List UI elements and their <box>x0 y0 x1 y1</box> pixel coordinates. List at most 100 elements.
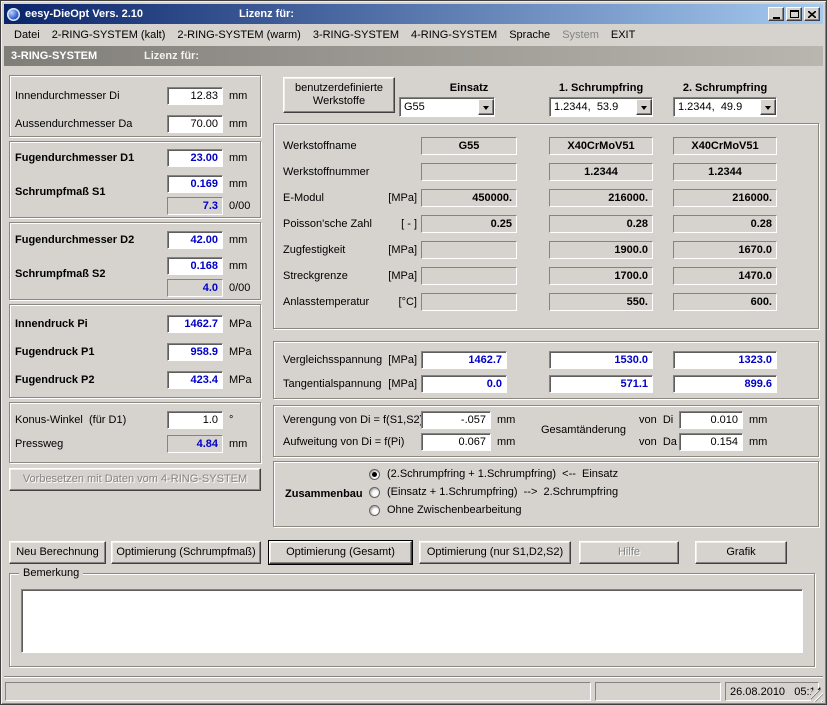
total-di-unit: mm <box>749 414 767 427</box>
material-row-label: E-Modul <box>283 192 324 205</box>
material-value <box>421 293 517 311</box>
deformation-row-label: Aufweitung von Di = f(Pi) <box>283 436 404 449</box>
pressweg-unit: mm <box>229 438 247 451</box>
material-value: 216000. <box>673 189 777 207</box>
s2-unit: mm <box>229 260 247 273</box>
einsatz-material-value: G55 <box>404 101 425 113</box>
material-value <box>421 163 517 181</box>
minimize-icon <box>773 17 780 19</box>
stress-value: 571.1 <box>549 375 653 393</box>
remark-textarea[interactable] <box>21 589 803 653</box>
menu-item-2ring-warm[interactable]: 2-RING-SYSTEM (warm) <box>171 26 306 44</box>
new-calculation-button[interactable]: Neu Berechnung <box>9 541 106 564</box>
material-value: X40CrMoV51 <box>673 137 777 155</box>
ring1-material-value: 1.2344, 53.9 <box>554 101 618 113</box>
window-controls <box>768 7 820 21</box>
s2-relative-unit: 0/00 <box>229 282 250 295</box>
ring2-dropdown-button[interactable] <box>760 99 776 115</box>
material-value: X40CrMoV51 <box>549 137 653 155</box>
s1-relative-unit: 0/00 <box>229 200 250 213</box>
deformation-row-label: Verengung von Di = f(S1,S2) <box>283 414 423 427</box>
di-input[interactable]: 12.83 <box>167 87 223 105</box>
di-label: Innendurchmesser Di <box>15 90 120 103</box>
menu-item-2ring-kalt[interactable]: 2-RING-SYSTEM (kalt) <box>46 26 172 44</box>
da-label: Aussendurchmesser Da <box>15 118 132 131</box>
custom-materials-button[interactable]: benutzerdefinierte Werkstoffe <box>283 77 395 113</box>
deformation-unit: mm <box>497 414 515 427</box>
material-value: 1.2344 <box>549 163 653 181</box>
stress-row-unit: [MPa] <box>361 354 417 366</box>
pressweg-label: Pressweg <box>15 438 63 451</box>
einsatz-material-select[interactable]: G55 <box>399 97 495 117</box>
konus-unit: ° <box>229 414 233 427</box>
ring1-dropdown-button[interactable] <box>636 99 652 115</box>
s1-input[interactable]: 0.169 <box>167 175 223 193</box>
p1-output: 958.9 <box>167 343 223 361</box>
menu-item-4ring[interactable]: 4-RING-SYSTEM <box>405 26 503 44</box>
remark-label: Bemerkung <box>19 567 83 579</box>
window-title: eesy-DieOpt Vers. 2.10 <box>25 8 143 20</box>
konus-input[interactable]: 1.0 <box>167 411 223 429</box>
p1-unit: MPa <box>229 346 252 359</box>
menu-item-datei[interactable]: Datei <box>8 26 46 44</box>
pi-label: Innendruck Pi <box>15 318 88 331</box>
assembly-option-2-radio[interactable] <box>369 487 380 498</box>
stress-value: 0.0 <box>421 375 507 393</box>
material-value: 0.28 <box>549 215 653 233</box>
material-row-unit: [MPa] <box>361 244 417 256</box>
pi-unit: MPa <box>229 318 252 331</box>
assembly-option-1-label[interactable]: (2.Schrumpfring + 1.Schrumpfring) <-- Ei… <box>387 468 618 481</box>
menu-item-sprache[interactable]: Sprache <box>503 26 556 44</box>
total-da-unit: mm <box>749 436 767 449</box>
p1-label: Fugendruck P1 <box>15 346 94 359</box>
s2-input[interactable]: 0.168 <box>167 257 223 275</box>
s1-relative-output: 7.3 <box>167 197 223 215</box>
menu-item-exit[interactable]: EXIT <box>605 26 641 44</box>
ring1-material-select[interactable]: 1.2344, 53.9 <box>549 97 653 117</box>
app-logo-icon <box>7 8 20 21</box>
d1-unit: mm <box>229 152 247 165</box>
material-value: 1.2344 <box>673 163 777 181</box>
optimize-shrink-button[interactable]: Optimierung (Schrumpfmaß) <box>111 541 261 564</box>
einsatz-dropdown-button[interactable] <box>478 99 494 115</box>
d2-input[interactable]: 42.00 <box>167 231 223 249</box>
material-value: 1470.0 <box>673 267 777 285</box>
close-button[interactable] <box>804 7 820 21</box>
resize-grip[interactable] <box>811 690 823 702</box>
app-window: eesy-DieOpt Vers. 2.10 Lizenz für: Datei… <box>0 0 827 705</box>
ring2-material-select[interactable]: 1.2344, 49.9 <box>673 97 777 117</box>
statusbar-divider <box>4 676 823 678</box>
material-value: 0.28 <box>673 215 777 233</box>
menu-item-3ring[interactable]: 3-RING-SYSTEM <box>307 26 405 44</box>
preset-from-4ring-button: Vorbesetzen mit Daten vom 4-RING-SYSTEM <box>9 468 261 491</box>
material-row-label: Werkstoffname <box>283 140 357 153</box>
optimize-s1d2s2-button[interactable]: Optimierung (nur S1,D2,S2) <box>419 541 571 564</box>
assembly-option-2-label[interactable]: (Einsatz + 1.Schrumpfring) --> 2.Schrump… <box>387 486 618 499</box>
assembly-option-3-label[interactable]: Ohne Zwischenbearbeitung <box>387 504 522 517</box>
da-input[interactable]: 70.00 <box>167 115 223 133</box>
stress-value: 1530.0 <box>549 351 653 369</box>
subheader-bar: 3-RING-SYSTEM Lizenz für: <box>4 46 823 66</box>
optimize-total-button[interactable]: Optimierung (Gesamt) <box>269 541 412 564</box>
chevron-down-icon <box>483 106 489 113</box>
d2-label: Fugendurchmesser D2 <box>15 234 134 247</box>
maximize-button[interactable] <box>786 7 802 21</box>
help-button: Hilfe <box>579 541 679 564</box>
pi-output: 1462.7 <box>167 315 223 333</box>
graphic-button[interactable]: Grafik <box>695 541 787 564</box>
menu-bar: Datei 2-RING-SYSTEM (kalt) 2-RING-SYSTEM… <box>4 24 823 46</box>
deformation-value: 0.067 <box>421 433 491 451</box>
material-row-label: Werkstoffnummer <box>283 166 369 179</box>
assembly-option-1-radio[interactable] <box>369 469 380 480</box>
da-unit: mm <box>229 118 247 131</box>
assembly-option-3-radio[interactable] <box>369 505 380 516</box>
minimize-button[interactable] <box>768 7 784 21</box>
maximize-icon <box>790 10 799 18</box>
d1-input[interactable]: 23.00 <box>167 149 223 167</box>
konus-label: Konus-Winkel (für D1) <box>15 414 126 427</box>
statusbar-panel-main <box>5 682 591 701</box>
total-di-value: 0.010 <box>679 411 743 429</box>
material-row-unit: [ - ] <box>361 218 417 230</box>
total-da-value: 0.154 <box>679 433 743 451</box>
d2-unit: mm <box>229 234 247 247</box>
